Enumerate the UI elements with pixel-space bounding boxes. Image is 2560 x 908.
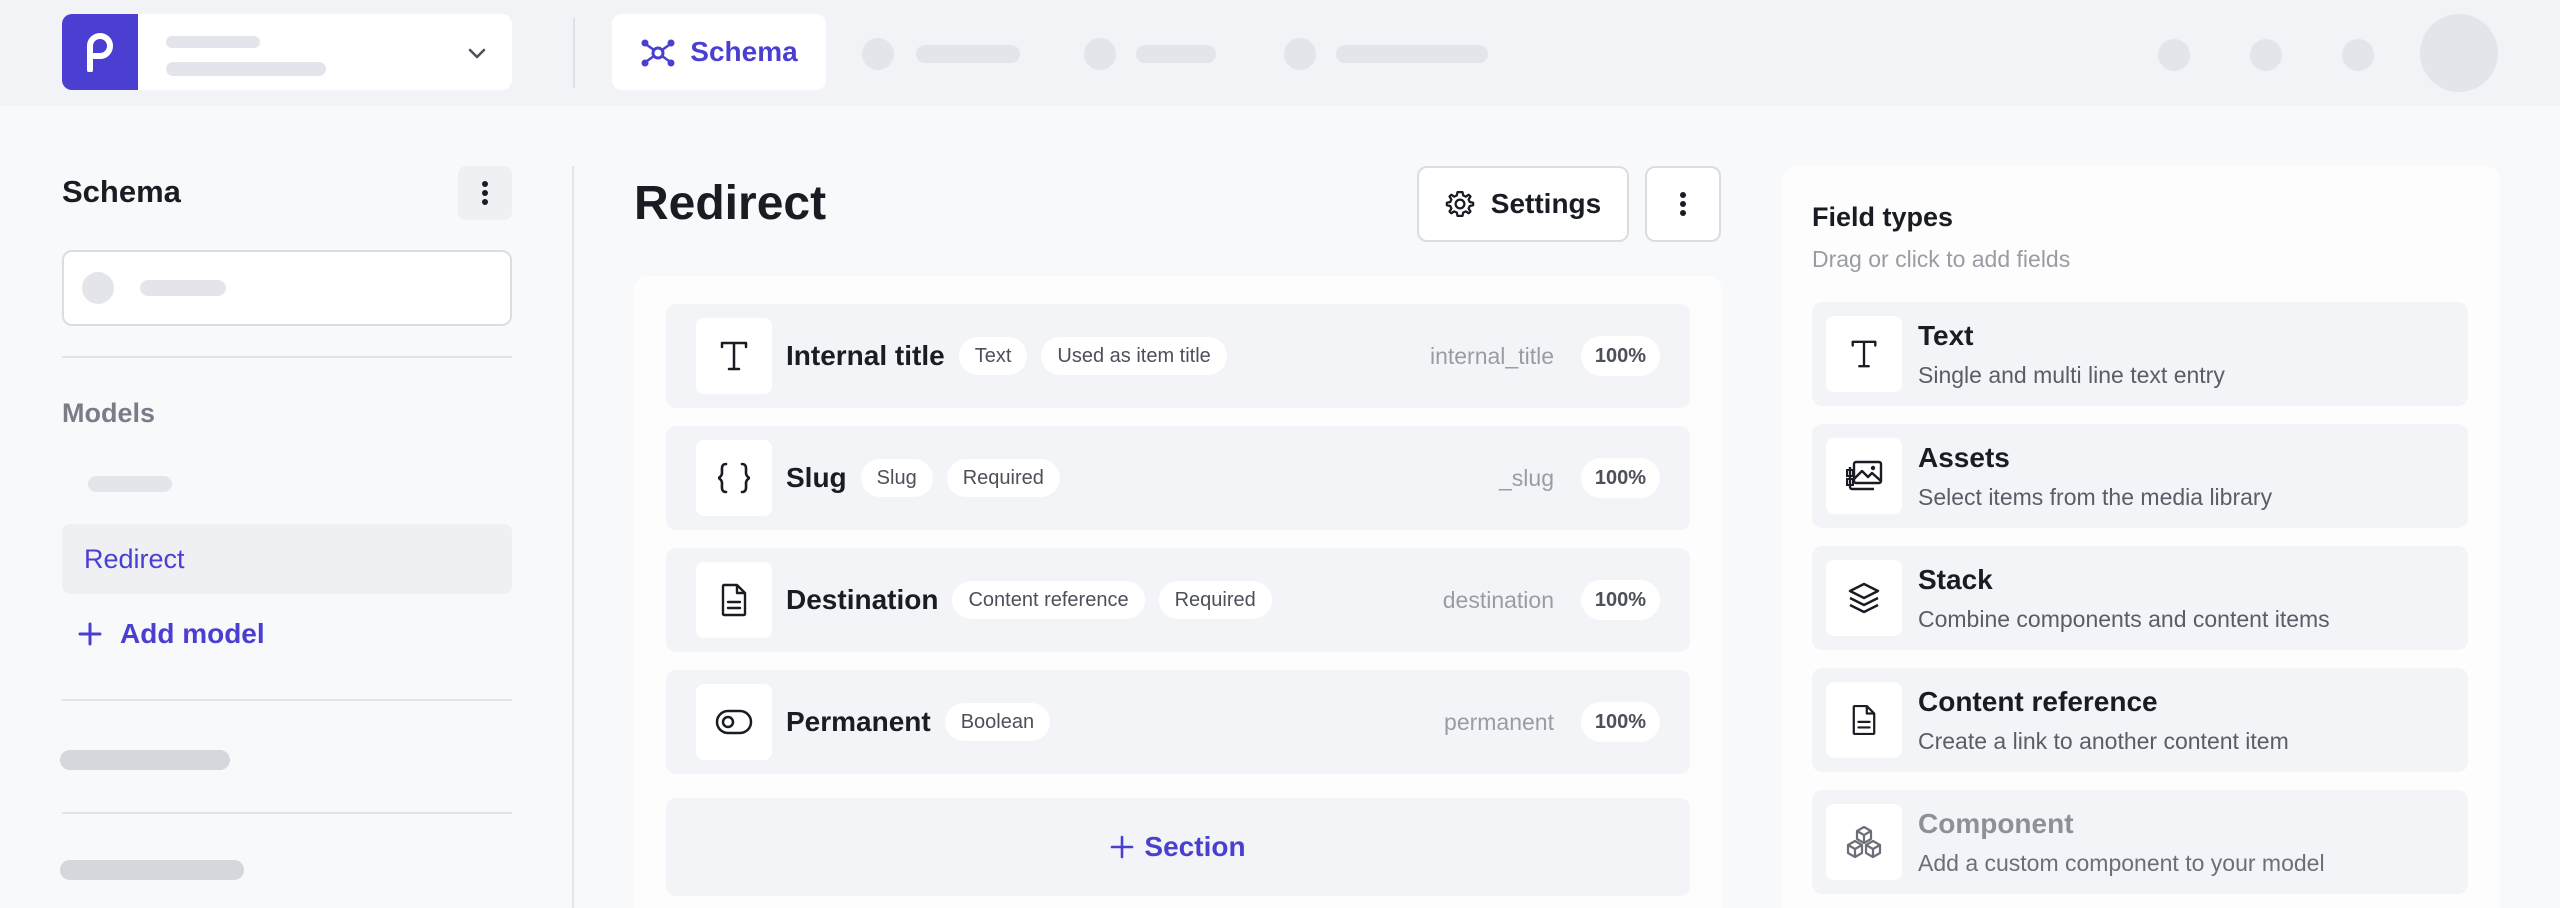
field-name: Destination: [786, 584, 939, 615]
more-vertical-icon: [1680, 192, 1686, 216]
field-type-assets[interactable]: Assets Select items from the media libra…: [1812, 424, 2468, 528]
chevron-down-icon: [468, 48, 486, 59]
tab-schema[interactable]: Schema: [612, 14, 826, 90]
document-icon: [1826, 682, 1902, 758]
cubes-icon: [1826, 804, 1902, 880]
sidebar-more-button[interactable]: [458, 166, 512, 220]
add-section-button[interactable]: Section: [666, 798, 1690, 896]
plus-icon: [1111, 835, 1134, 859]
sidebar-search-input[interactable]: [62, 250, 512, 326]
project-switcher[interactable]: [62, 14, 512, 90]
layers-icon: [1826, 560, 1902, 636]
nav-tab-placeholder-label: [916, 45, 1020, 63]
text-icon: [696, 318, 772, 394]
field-type-tag: Content reference: [952, 581, 1145, 619]
field-type-description: Add a custom component to your model: [1918, 850, 2325, 876]
images-icon: [1826, 438, 1902, 514]
field-type-description: Single and multi line text entry: [1918, 362, 2225, 388]
field-fill-rate: 100%: [1580, 458, 1660, 498]
tab-schema-label: Schema: [690, 36, 798, 67]
sidebar-title: Schema: [62, 174, 181, 209]
braces-icon: [696, 440, 772, 516]
field-flag-tag: Required: [1158, 581, 1272, 619]
main-more-button[interactable]: [1645, 166, 1721, 242]
field-fill-rate: 100%: [1580, 702, 1660, 742]
field-type-description: Create a link to another content item: [1918, 728, 2289, 754]
header-action-placeholder[interactable]: [2250, 39, 2282, 71]
brand-logo: [62, 14, 138, 90]
field-type-tag: Boolean: [944, 703, 1051, 741]
sidebar-divider: [62, 812, 512, 814]
avatar[interactable]: [2420, 14, 2498, 92]
field-api-key: _slug: [1499, 464, 1554, 491]
field-row[interactable]: Internal title Text Used as item title i…: [666, 304, 1690, 408]
settings-button[interactable]: Settings: [1417, 166, 1629, 242]
add-model-label: Add model: [120, 618, 265, 649]
project-subtitle-placeholder: [166, 62, 326, 76]
field-row[interactable]: Slug Slug Required _slug 100%: [666, 426, 1690, 530]
search-placeholder: [140, 280, 226, 296]
field-type-tag: Text: [958, 337, 1028, 375]
sidebar-section-placeholder[interactable]: [60, 750, 230, 770]
field-type-description: Combine components and content items: [1918, 606, 2330, 632]
field-type-description: Select items from the media library: [1918, 484, 2273, 510]
schema-icon: [641, 39, 675, 67]
brand-logo-icon: [87, 33, 113, 72]
field-type-component[interactable]: Component Add a custom component to your…: [1812, 790, 2468, 894]
project-name-placeholder: [166, 36, 260, 48]
field-fill-rate: 100%: [1580, 336, 1660, 376]
more-vertical-icon: [482, 181, 488, 205]
field-name: Permanent: [786, 706, 931, 737]
settings-label: Settings: [1490, 188, 1602, 219]
sidebar-item-label: Redirect: [84, 543, 185, 574]
toggle-icon: [696, 684, 772, 760]
nav-tab-placeholder-icon[interactable]: [1284, 38, 1316, 70]
field-flag-tag: Used as item title: [1041, 337, 1227, 375]
text-icon: [1826, 316, 1902, 392]
model-item-placeholder[interactable]: [88, 476, 172, 492]
nav-tab-placeholder-icon[interactable]: [1084, 38, 1116, 70]
nav-tab-placeholder-label: [1136, 45, 1216, 63]
field-type-name: Component: [1918, 808, 2074, 839]
document-icon: [696, 562, 772, 638]
header-action-placeholder[interactable]: [2342, 39, 2374, 71]
field-row[interactable]: Permanent Boolean permanent 100%: [666, 670, 1690, 774]
sidebar-item-redirect[interactable]: Redirect: [62, 524, 512, 594]
field-row[interactable]: Destination Content reference Required d…: [666, 548, 1690, 652]
topbar-divider: [573, 18, 575, 88]
field-type-name: Content reference: [1918, 686, 2158, 717]
sidebar-section-placeholder[interactable]: [60, 860, 244, 880]
models-heading: Models: [62, 398, 156, 428]
field-api-key: internal_title: [1429, 342, 1554, 369]
field-fill-rate: 100%: [1580, 580, 1660, 620]
add-model-button[interactable]: Add model: [78, 612, 265, 656]
top-bar: Schema: [0, 0, 2560, 106]
sidebar-divider: [62, 699, 512, 701]
field-name: Internal title: [786, 340, 945, 371]
sidebar-divider: [62, 356, 512, 358]
gear-icon: [1445, 191, 1475, 217]
field-type-stack[interactable]: Stack Combine components and content ite…: [1812, 546, 2468, 650]
field-type-name: Stack: [1918, 564, 1993, 595]
field-api-key: destination: [1442, 586, 1554, 613]
header-action-placeholder[interactable]: [2158, 39, 2190, 71]
plus-icon: [78, 622, 102, 646]
field-api-key: permanent: [1444, 708, 1554, 735]
page-title: Redirect: [634, 177, 827, 230]
sidebar-main-divider: [572, 166, 574, 908]
field-flag-tag: Required: [946, 459, 1060, 497]
nav-tab-placeholder-icon[interactable]: [862, 38, 894, 70]
search-icon: [82, 272, 114, 304]
field-types-title: Field types: [1812, 202, 1954, 232]
field-type-content-reference[interactable]: Content reference Create a link to anoth…: [1812, 668, 2468, 772]
field-type-name: Assets: [1918, 442, 2010, 473]
nav-tab-placeholder-label: [1336, 45, 1488, 63]
add-section-label: Section: [1144, 831, 1246, 862]
field-type-text[interactable]: Text Single and multi line text entry: [1812, 302, 2468, 406]
field-name: Slug: [786, 462, 847, 493]
field-type-tag: Slug: [860, 459, 933, 497]
field-types-subtitle: Drag or click to add fields: [1812, 246, 2071, 272]
field-type-name: Text: [1918, 320, 1974, 351]
